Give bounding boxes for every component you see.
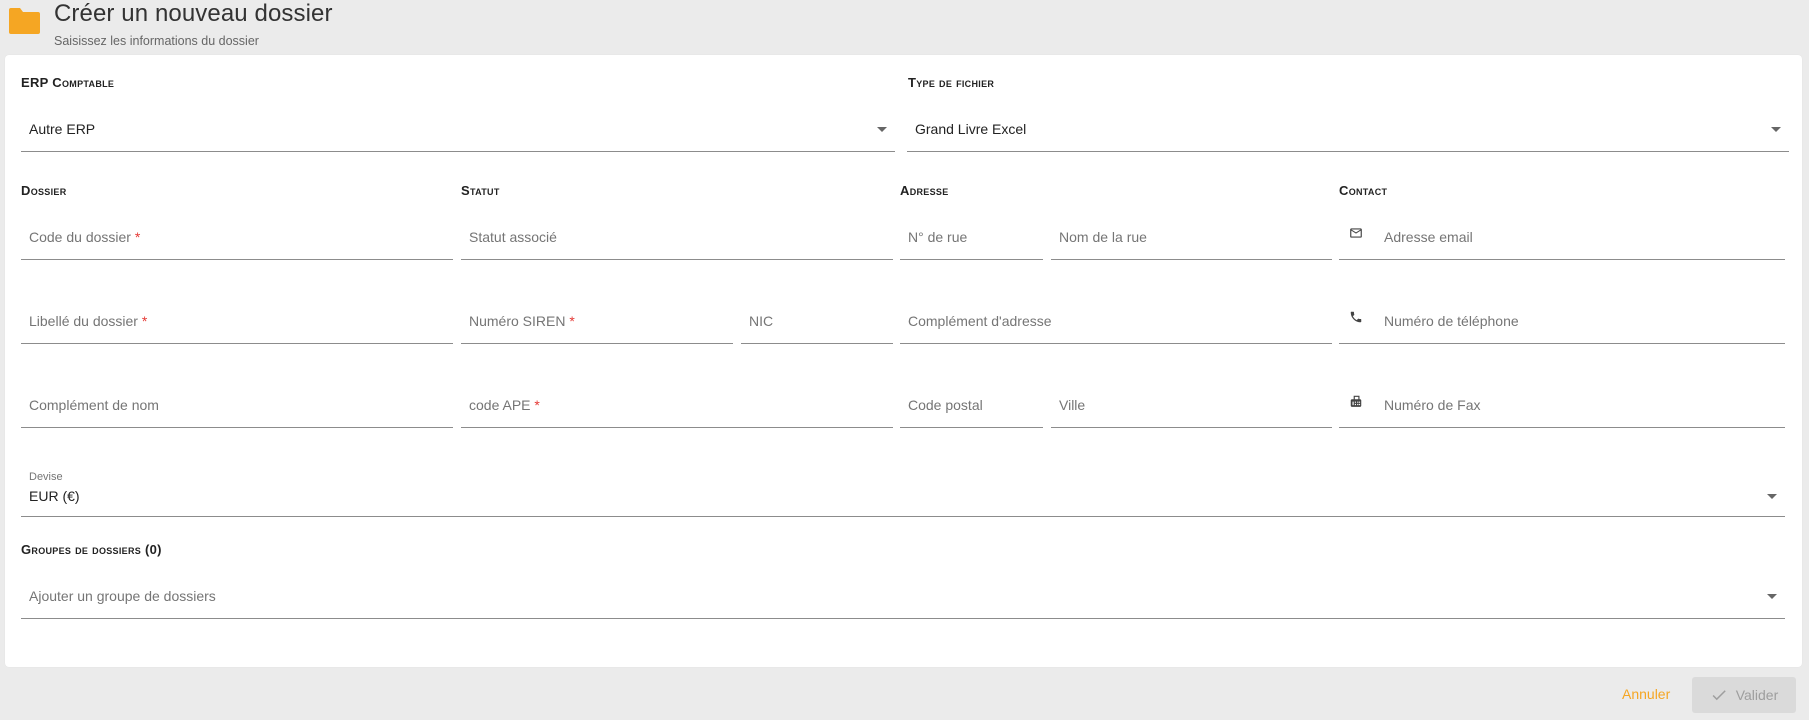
cancel-button[interactable]: Annuler — [1622, 686, 1670, 702]
libelle-dossier-placeholder: Libellé du dossier — [29, 313, 138, 329]
phone-icon — [1350, 311, 1362, 323]
group-select[interactable]: Ajouter un groupe de dossiers — [21, 588, 1785, 619]
group-placeholder: Ajouter un groupe de dossiers — [29, 588, 216, 604]
fax-placeholder: Numéro de Fax — [1384, 397, 1481, 413]
code-postal-placeholder: Code postal — [908, 397, 983, 413]
complement-nom-placeholder: Complément de nom — [29, 397, 159, 413]
fax-icon — [1350, 395, 1362, 407]
devise-label: Devise — [29, 471, 63, 483]
page-header: Créer un nouveau dossier Saisissez les i… — [0, 0, 1809, 52]
required-mark: * — [534, 397, 540, 413]
chevron-down-icon — [1771, 127, 1781, 132]
required-mark: * — [141, 313, 148, 329]
erp-select[interactable]: Autre ERP — [21, 121, 895, 152]
section-title-adresse: Adresse — [900, 183, 949, 198]
file-type-select[interactable]: Grand Livre Excel — [907, 121, 1789, 152]
complement-adresse-placeholder: Complément d'adresse — [908, 313, 1052, 329]
complement-nom-field[interactable]: Complément de nom — [21, 397, 453, 428]
section-title-contact: Contact — [1339, 183, 1388, 198]
numero-siren-placeholder: Numéro SIREN — [469, 313, 566, 329]
code-postal-field[interactable]: Code postal — [900, 397, 1043, 428]
validate-button[interactable]: Valider — [1692, 677, 1796, 713]
libelle-dossier-field[interactable]: Libellé du dossier * — [21, 313, 453, 344]
devise-select[interactable]: Devise EUR (€) — [21, 471, 1785, 517]
nom-rue-placeholder: Nom de la rue — [1059, 229, 1147, 245]
folder-icon — [9, 8, 40, 34]
telephone-field[interactable]: Numéro de téléphone — [1339, 311, 1785, 344]
validate-label: Valider — [1735, 687, 1779, 703]
numero-siren-field[interactable]: Numéro SIREN * — [461, 313, 733, 344]
statut-associe-placeholder: Statut associé — [469, 229, 557, 245]
complement-adresse-field[interactable]: Complément d'adresse — [900, 313, 1332, 344]
statut-associe-field[interactable]: Statut associé — [461, 229, 893, 260]
section-title-file-type: Type de fichier — [908, 75, 995, 90]
page-title: Créer un nouveau dossier — [54, 0, 333, 27]
ville-placeholder: Ville — [1059, 397, 1086, 413]
page-subtitle: Saisissez les informations du dossier — [54, 34, 259, 48]
code-dossier-field[interactable]: Code du dossier * — [21, 229, 453, 260]
nic-field[interactable]: NIC — [741, 313, 893, 344]
file-type-select-value: Grand Livre Excel — [915, 121, 1027, 137]
devise-value: EUR (€) — [29, 488, 80, 504]
email-field[interactable]: Adresse email — [1339, 228, 1785, 260]
section-title-erp: ERP Comptable — [21, 75, 115, 90]
erp-select-value: Autre ERP — [29, 121, 96, 137]
required-mark: * — [134, 229, 141, 245]
form-card: ERP Comptable Type de fichier Autre ERP … — [5, 55, 1802, 667]
section-title-dossier: Dossier — [21, 183, 67, 198]
nic-placeholder: NIC — [749, 313, 774, 329]
ville-field[interactable]: Ville — [1051, 397, 1332, 428]
chevron-down-icon — [1767, 594, 1777, 599]
code-ape-placeholder: code APE — [469, 397, 531, 413]
chevron-down-icon — [1767, 494, 1777, 499]
check-icon — [1712, 690, 1726, 701]
section-title-statut: Statut — [461, 183, 500, 198]
numero-rue-placeholder: N° de rue — [908, 229, 968, 245]
telephone-placeholder: Numéro de téléphone — [1384, 313, 1519, 329]
section-title-groups: Groupes de dossiers (0) — [21, 542, 162, 557]
code-ape-field[interactable]: code APE * — [461, 397, 893, 428]
email-icon — [1350, 228, 1362, 238]
email-placeholder: Adresse email — [1384, 229, 1473, 245]
chevron-down-icon — [877, 127, 887, 132]
nom-rue-field[interactable]: Nom de la rue — [1051, 229, 1332, 260]
fax-field[interactable]: Numéro de Fax — [1339, 395, 1785, 428]
required-mark: * — [569, 313, 575, 329]
numero-rue-field[interactable]: N° de rue — [900, 229, 1043, 260]
code-dossier-placeholder: Code du dossier — [29, 229, 131, 245]
